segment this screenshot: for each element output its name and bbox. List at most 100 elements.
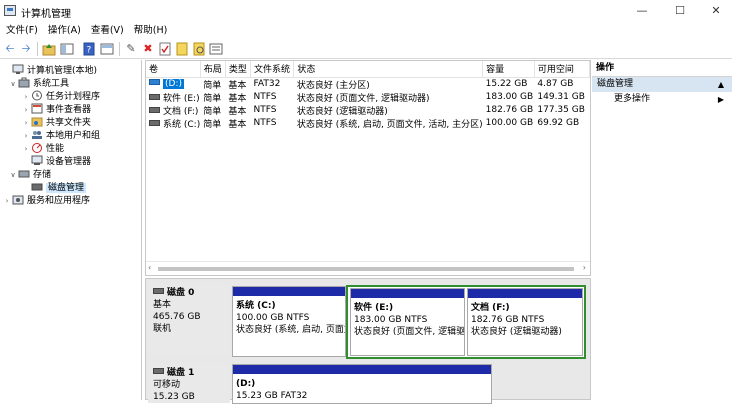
partition-bar [468,289,582,298]
volume-row[interactable]: 软件 (E:) 简单 基本 NTFS 状态良好 (页面文件, 逻辑驱动器) 18… [146,91,590,104]
volume-capacity: 182.76 GB [485,105,534,115]
tree-node-disk-management[interactable]: 磁盘管理 [21,181,87,194]
partition-d[interactable]: (D:) 15.23 GB FAT32 [232,364,492,404]
column-header-type[interactable]: 类型 [225,61,252,78]
volume-filesystem: NTFS [253,105,277,115]
collapse-arrow-icon[interactable]: ∨ [8,78,18,91]
minimize-button[interactable]: — [624,0,660,22]
volume-free-space: 177.35 GB [537,105,585,115]
column-header-layout[interactable]: 布局 [200,61,226,78]
partition-c[interactable]: 系统 (C:) 100.00 GB NTFS 状态良好 (系统, 启动, 页面文件 [232,286,346,357]
storage-icon [18,168,30,179]
partition-e[interactable]: 软件 (E:) 183.00 GB NTFS 状态良好 (页面文件, 逻辑驱 [350,288,465,356]
tree-node-local-users[interactable]: › 本地用户和组 [21,129,100,142]
tree-node-services[interactable]: › 服务和应用程序 [2,194,90,207]
search-icon[interactable] [192,42,206,56]
horizontal-scrollbar[interactable]: ‹ › [146,261,590,275]
tree-node-system-tools[interactable]: ∨ 系统工具 [8,77,69,90]
volume-status: 状态良好 (页面文件, 逻辑驱动器) [296,93,430,104]
volume-icon [149,119,160,126]
computer-management-icon [4,5,16,16]
collapse-arrow-icon[interactable]: ∨ [8,169,18,182]
connect-icon[interactable]: ✎ [124,42,138,56]
menu-bar: 文件(F) 操作(A) 查看(V) 帮助(H) [0,22,732,39]
close-button[interactable]: ✕ [698,0,732,22]
partition-size: 183.00 GB NTFS [354,315,428,325]
menu-action[interactable]: 操作(A) [43,22,86,39]
computer-management-window: 计算机管理 — ☐ ✕ 文件(F) 操作(A) 查看(V) 帮助(H) 🡠 🡢 ? ✎… [0,0,732,404]
forward-arrow-icon[interactable]: 🡢 [19,42,33,56]
action-more-actions[interactable]: 更多操作 ▶ [592,92,732,107]
tree-node-storage[interactable]: ∨ 存储 [8,168,51,181]
volume-row[interactable]: 文档 (F:) 简单 基本 NTFS 状态良好 (逻辑驱动器) 182.76 G… [146,104,590,117]
volume-status: 状态良好 (主分区) [296,80,370,91]
disk-icon [153,288,164,294]
disk-status: 联机 [153,324,172,334]
partition-size: 100.00 GB NTFS [236,313,310,323]
volume-capacity: 15.22 GB [485,79,528,89]
disk-name: 磁盘 1 [167,368,195,378]
partition-status: 状态良好 (系统, 启动, 页面文件 [236,325,345,335]
volume-layout: 简单 [203,106,222,117]
volume-icon [149,93,160,100]
actions-pane: 操作 磁盘管理 ▲ 更多操作 ▶ [592,60,732,400]
tree-node-task-scheduler[interactable]: › 任务计划程序 [21,90,100,103]
partition-title: 软件 (E:) [354,303,394,313]
partition-title: 文档 (F:) [471,303,510,313]
column-header-status[interactable]: 状态 [293,61,484,78]
toolbar-separator [119,42,120,56]
volume-row[interactable]: (D:) 简单 基本 FAT32 状态良好 (主分区) 15.22 GB 4.8… [146,77,590,91]
disk-icon [153,368,164,374]
collapse-up-icon[interactable]: ▲ [718,77,724,92]
volume-type: 基本 [228,106,247,117]
column-header-volume[interactable]: 卷 [146,61,201,78]
tree-node-root[interactable]: 计算机管理(本地) [2,64,97,77]
actions-header: 操作 [592,60,732,77]
menu-help[interactable]: 帮助(H) [129,22,173,39]
partition-f[interactable]: 文档 (F:) 182.76 GB NTFS 状态良好 (逻辑驱动器) [467,288,583,356]
disk-icon [31,181,43,192]
scrollbar-thumb[interactable] [158,267,574,271]
help-icon[interactable]: ? [82,42,96,56]
partition-title: 系统 (C:) [236,301,276,311]
tree-node-event-viewer[interactable]: › 事件查看器 [21,103,91,116]
column-header-capacity[interactable]: 容量 [482,61,535,78]
up-folder-icon[interactable] [42,42,56,56]
menu-view[interactable]: 查看(V) [86,22,129,39]
volume-status: 状态良好 (系统, 启动, 页面文件, 活动, 主分区) [296,119,483,130]
volume-row[interactable]: 系统 (C:) 简单 基本 NTFS 状态良好 (系统, 启动, 页面文件, 活… [146,117,590,130]
svg-text:?: ? [87,46,92,56]
scroll-right-icon[interactable]: › [583,263,586,272]
folder-open-icon[interactable] [175,42,189,56]
volume-icon [149,79,160,85]
tree-node-performance[interactable]: › 性能 [21,142,64,155]
expand-arrow-icon[interactable]: › [2,195,12,208]
menu-file[interactable]: 文件(F) [0,22,43,39]
show-hide-tree-icon[interactable] [60,42,74,56]
volume-filesystem: NTFS [253,92,277,102]
column-header-filesystem[interactable]: 文件系统 [250,61,295,78]
action-section-disk-management[interactable]: 磁盘管理 ▲ [592,77,732,92]
scroll-left-icon[interactable]: ‹ [148,263,151,272]
disk-type: 基本 [153,300,172,310]
maximize-button[interactable]: ☐ [662,0,698,22]
properties-icon[interactable] [100,42,114,56]
disk-0-info[interactable]: 磁盘 0 基本 465.76 GB 联机 [148,283,230,355]
tree-node-shared-folders[interactable]: › 共享文件夹 [21,116,91,129]
tree-node-device-manager[interactable]: 设备管理器 [21,155,91,168]
volume-status: 状态良好 (逻辑驱动器) [296,106,388,117]
check-document-icon[interactable] [158,42,172,56]
toolbar-separator [37,42,38,56]
list-view-icon[interactable] [209,42,223,56]
column-header-free-space[interactable]: 可用空间 [534,61,591,78]
delete-icon[interactable]: ✖ [141,42,155,56]
disk-1-info[interactable]: 磁盘 1 可移动 15.23 GB [148,363,230,403]
window-title: 计算机管理 [21,9,71,20]
extended-partition[interactable]: 软件 (E:) 183.00 GB NTFS 状态良好 (页面文件, 逻辑驱 文档 … [346,285,586,359]
partition-status: 状态良好 (逻辑驱动器) [471,327,562,337]
clock-icon [31,90,43,101]
computer-icon [12,64,24,75]
performance-icon [31,142,43,153]
disk-name: 磁盘 0 [167,288,195,298]
back-arrow-icon[interactable]: 🡠 [3,42,17,56]
